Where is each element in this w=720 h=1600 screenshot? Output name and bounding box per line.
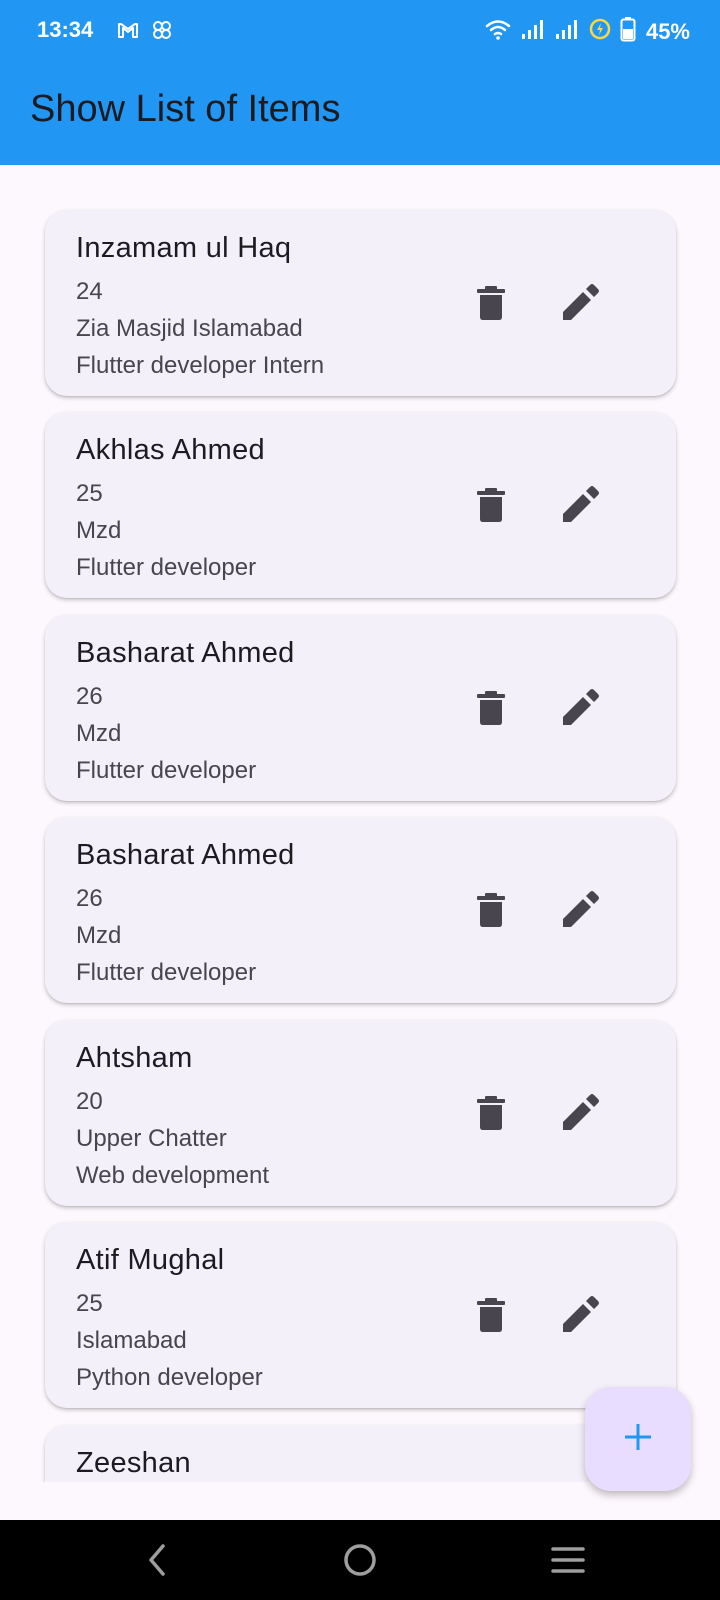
item-address: Mzd [76, 517, 122, 544]
list-item[interactable]: Atif Mughal 25 Islamabad Python develope… [45, 1222, 676, 1408]
item-role: Flutter developer [76, 757, 257, 784]
pinwheel-icon [150, 18, 174, 47]
delete-button[interactable] [463, 682, 519, 738]
delete-button[interactable] [463, 479, 519, 535]
recents-icon[interactable] [548, 1540, 588, 1580]
item-age: 26 [76, 885, 103, 912]
status-notification-icons [116, 18, 174, 47]
data-saver-icon [588, 17, 612, 46]
edit-icon [561, 1093, 599, 1137]
edit-icon [561, 485, 599, 529]
delete-button[interactable] [463, 1289, 519, 1345]
edit-button[interactable] [552, 682, 608, 738]
item-address: Zia Masjid Islamabad [76, 315, 303, 342]
edit-button[interactable] [552, 1087, 608, 1143]
item-role: Flutter developer [76, 959, 257, 986]
item-name: Ahtsham [76, 1042, 193, 1074]
item-name: Inzamam ul Haq [76, 232, 292, 264]
page-title: Show List of Items [30, 88, 341, 130]
delete-icon [476, 1297, 506, 1338]
edit-icon [561, 890, 599, 934]
edit-icon [561, 1295, 599, 1339]
status-system-icons: 45% [484, 16, 690, 47]
delete-button[interactable] [463, 884, 519, 940]
item-name: Akhlas Ahmed [76, 434, 265, 466]
status-bar: 13:34 45% [0, 0, 720, 62]
gmail-icon [116, 18, 140, 47]
items-list[interactable]: Inzamam ul Haq 24 Zia Masjid Islamabad F… [0, 165, 720, 1482]
item-address: Upper Chatter [76, 1125, 227, 1152]
edit-button[interactable] [552, 479, 608, 535]
system-nav-bar [0, 1520, 720, 1600]
add-icon [623, 1422, 653, 1457]
delete-button[interactable] [463, 1087, 519, 1143]
list-item[interactable]: Ahtsham 20 Upper Chatter Web development [45, 1020, 676, 1206]
back-icon[interactable] [138, 1540, 178, 1580]
wifi-icon [484, 17, 512, 46]
item-role: Flutter developer Intern [76, 352, 325, 379]
item-address: Mzd [76, 720, 122, 747]
delete-icon [476, 1095, 506, 1136]
signal-icon [554, 17, 580, 46]
edit-icon [561, 688, 599, 732]
delete-button[interactable] [463, 277, 519, 333]
status-time: 13:34 [37, 17, 94, 42]
delete-icon [476, 892, 506, 933]
battery-icon [620, 16, 636, 47]
add-item-button[interactable] [585, 1387, 691, 1491]
edit-button[interactable] [552, 277, 608, 333]
item-age: 26 [76, 683, 103, 710]
list-item[interactable]: Basharat Ahmed 26 Mzd Flutter developer [45, 817, 676, 1003]
item-name: Zeeshan [76, 1447, 191, 1479]
app-header: 13:34 45% Show List of Items [0, 0, 720, 165]
item-age: 24 [76, 278, 103, 305]
list-item[interactable]: Basharat Ahmed 26 Mzd Flutter developer [45, 615, 676, 801]
list-item[interactable]: Zeeshan [45, 1425, 676, 1482]
item-address: Mzd [76, 922, 122, 949]
edit-button[interactable] [552, 884, 608, 940]
item-name: Basharat Ahmed [76, 839, 295, 871]
signal-icon [520, 17, 546, 46]
delete-icon [476, 285, 506, 326]
delete-icon [476, 487, 506, 528]
item-age: 25 [76, 1290, 103, 1317]
edit-button[interactable] [552, 1289, 608, 1345]
item-name: Atif Mughal [76, 1244, 225, 1276]
item-name: Basharat Ahmed [76, 637, 295, 669]
list-item[interactable]: Inzamam ul Haq 24 Zia Masjid Islamabad F… [45, 210, 676, 396]
home-icon[interactable] [340, 1540, 380, 1580]
item-age: 20 [76, 1088, 103, 1115]
item-role: Flutter developer [76, 554, 257, 581]
item-age: 25 [76, 480, 103, 507]
item-role: Web development [76, 1162, 270, 1189]
delete-icon [476, 690, 506, 731]
battery-percent: 45% [645, 18, 690, 44]
list-item[interactable]: Akhlas Ahmed 25 Mzd Flutter developer [45, 412, 676, 598]
item-role: Python developer [76, 1364, 263, 1391]
edit-icon [561, 283, 599, 327]
item-address: Islamabad [76, 1327, 187, 1354]
